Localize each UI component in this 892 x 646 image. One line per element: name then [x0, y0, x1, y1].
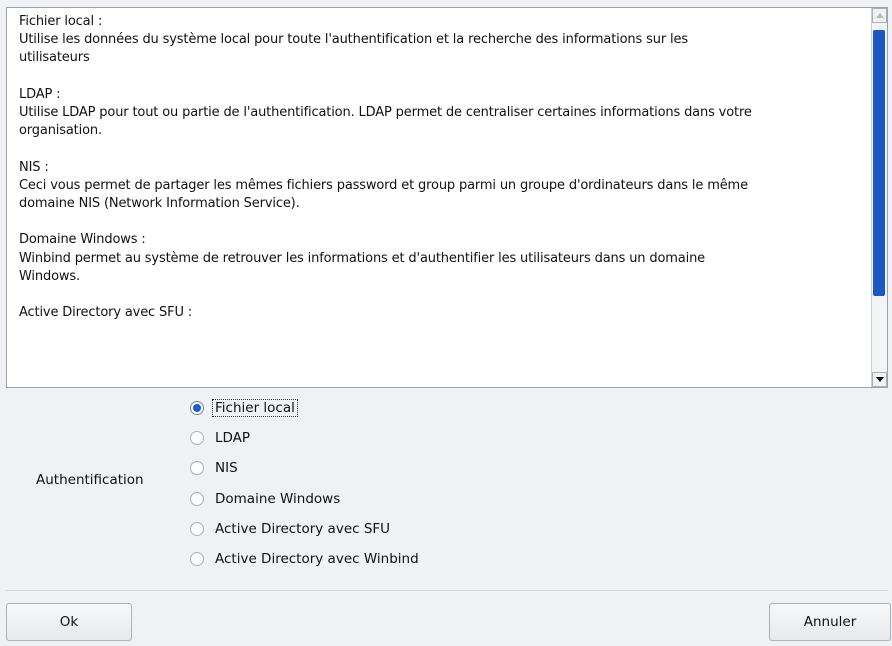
radio-button[interactable] — [190, 492, 204, 506]
radio-button[interactable] — [190, 552, 204, 566]
description-title: LDAP : — [19, 86, 61, 102]
description-title: NIS : — [19, 159, 49, 175]
description-line: domaine NIS (Network Information Service… — [19, 196, 300, 211]
scroll-up-button[interactable] — [872, 8, 887, 23]
cancel-button[interactable]: Annuler — [769, 603, 891, 641]
separator — [6, 590, 888, 591]
radio-label: Fichier local — [212, 399, 298, 417]
description-block-ad-sfu: Active Directory avec SFU : — [19, 304, 865, 322]
ok-button[interactable]: Ok — [6, 603, 132, 641]
description-line: Utilise les données du système local pou… — [19, 32, 688, 48]
arrow-up-icon — [875, 13, 884, 18]
authentication-label: Authentification — [36, 472, 144, 488]
description-title: Active Directory avec SFU : — [19, 305, 193, 321]
scroll-down-button[interactable] — [872, 372, 887, 387]
description-block-local: Fichier local : Utilise les données du s… — [19, 13, 865, 68]
description-text: Fichier local : Utilise les données du s… — [19, 13, 865, 341]
radio-option-ad-winbind[interactable]: Active Directory avec Winbind — [190, 549, 419, 569]
arrow-down-icon — [875, 377, 884, 382]
description-line: Utilise LDAP pour tout ou partie de l'au… — [19, 105, 752, 120]
vertical-scrollbar[interactable] — [871, 8, 887, 387]
description-line: Winbind permet au système de retrouver l… — [19, 250, 706, 266]
radio-label: Active Directory avec Winbind — [215, 551, 419, 567]
radio-option-ldap[interactable]: LDAP — [190, 428, 250, 448]
radio-option-nis[interactable]: NIS — [190, 458, 238, 478]
description-textbox[interactable]: Fichier local : Utilise les données du s… — [6, 7, 888, 388]
description-block-windows: Domaine Windows : Winbind permet au syst… — [19, 231, 865, 286]
radio-dot-icon — [193, 404, 201, 412]
description-line: organisation. — [19, 123, 102, 139]
description-title: Fichier local : — [19, 14, 103, 29]
radio-option-domaine-windows[interactable]: Domaine Windows — [190, 489, 340, 509]
description-title: Domaine Windows : — [19, 232, 146, 248]
radio-option-ad-sfu[interactable]: Active Directory avec SFU — [190, 519, 390, 539]
scrollbar-thumb[interactable] — [873, 30, 885, 296]
radio-label: LDAP — [215, 430, 251, 446]
radio-label: Domaine Windows — [215, 491, 341, 507]
radio-label: NIS — [215, 460, 238, 476]
radio-label: Active Directory avec SFU — [215, 521, 391, 537]
radio-button-checked[interactable] — [190, 401, 204, 415]
description-line: Windows. — [19, 268, 80, 284]
radio-button[interactable] — [190, 522, 204, 536]
radio-button[interactable] — [190, 431, 204, 445]
radio-button[interactable] — [190, 461, 204, 475]
description-line: Ceci vous permet de partager les mêmes f… — [19, 177, 748, 193]
description-block-ldap: LDAP : Utilise LDAP pour tout ou partie … — [19, 86, 865, 141]
description-line: utilisateurs — [19, 50, 90, 66]
description-block-nis: NIS : Ceci vous permet de partager les m… — [19, 159, 865, 214]
radio-option-fichier-local[interactable]: Fichier local — [190, 398, 298, 418]
